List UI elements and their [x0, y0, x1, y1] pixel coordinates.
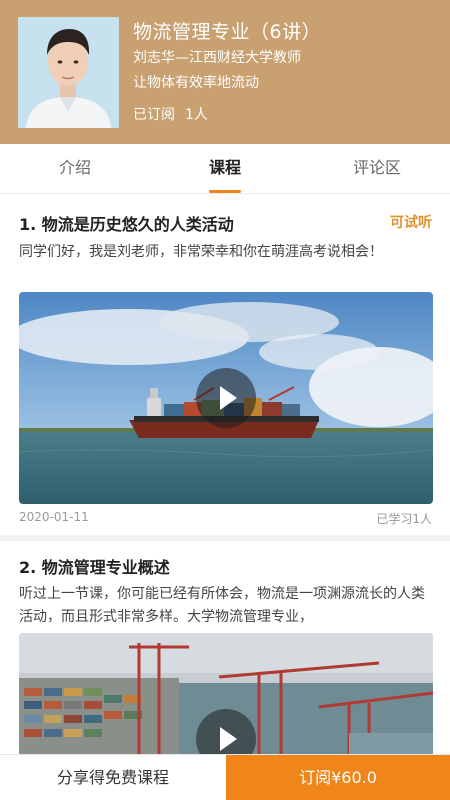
subscriber-count: 已订阅 1人: [133, 104, 218, 124]
lesson-date: 2020-01-11: [19, 510, 89, 524]
subscribe-button[interactable]: 订阅¥60.0: [226, 755, 450, 800]
trial-badge[interactable]: 可试听: [390, 212, 432, 232]
play-icon[interactable]: [196, 368, 256, 428]
subscribed-number: 1人: [185, 107, 208, 123]
lesson-title[interactable]: 2. 物流管理专业概述: [19, 554, 170, 578]
tab-intro[interactable]: 介绍: [15, 144, 135, 194]
lesson-video-thumbnail[interactable]: [19, 292, 433, 504]
course-header: 物流管理专业（6讲） 刘志华—江西财经大学教师 让物体有效率地流动 已订阅 1人: [0, 0, 450, 144]
bottom-action-bar: 分享得免费课程 订阅¥60.0: [0, 754, 450, 800]
lesson-desc[interactable]: 听过上一节课，你可能已经有所体会，物流是一项渊源流长的人类活动，而且形式非常多样…: [19, 583, 433, 629]
lesson-title[interactable]: 1. 物流是历史悠久的人类活动: [19, 211, 234, 235]
tab-bar: 介绍 课程 评论区: [0, 144, 450, 194]
teacher-avatar: [18, 17, 119, 128]
section-divider: [0, 535, 450, 541]
course-slogan: 让物体有效率地流动: [133, 75, 259, 91]
lesson-video-thumbnail[interactable]: [19, 633, 433, 754]
tab-comments[interactable]: 评论区: [317, 144, 437, 194]
tab-course[interactable]: 课程: [165, 144, 285, 194]
teacher-info: 刘志华—江西财经大学教师: [133, 50, 301, 66]
course-title: 物流管理专业（6讲）: [133, 21, 322, 43]
share-button[interactable]: 分享得免费课程: [0, 755, 226, 800]
subscribed-label: 已订阅: [133, 107, 175, 123]
lesson-desc[interactable]: 同学们好，我是刘老师，非常荣幸和你在萌涯高考说相会！: [19, 241, 433, 264]
lesson-learned-count: 已学习1人: [376, 512, 432, 526]
active-tab-indicator: [209, 190, 241, 193]
